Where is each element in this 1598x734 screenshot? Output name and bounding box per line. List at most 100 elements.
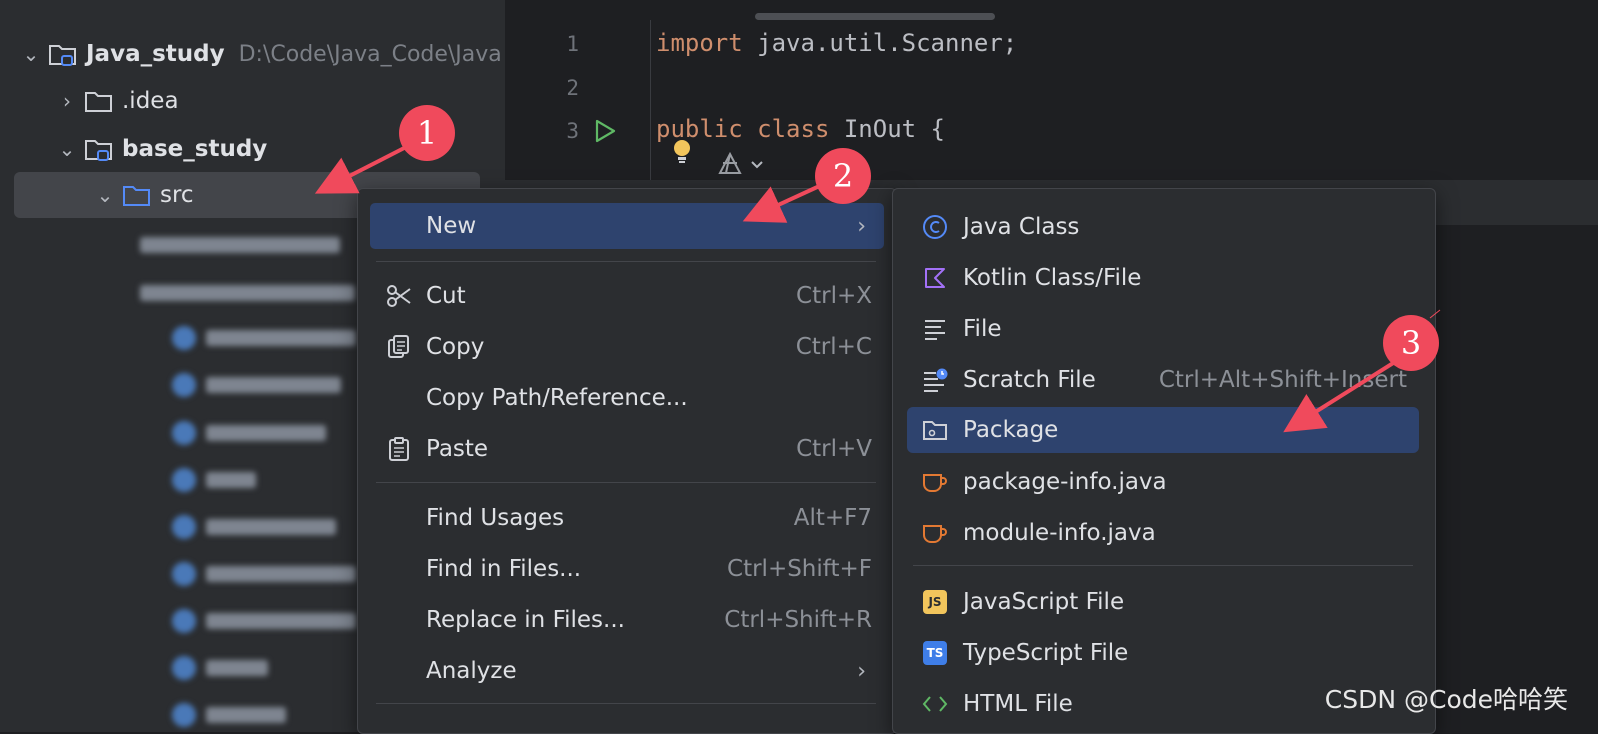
tree-row-base-study[interactable]: ⌄ base_study [54,127,268,171]
menu-separator [376,703,876,704]
chevron-right-icon[interactable]: › [54,89,80,113]
menu-item-find-usages[interactable]: Find Usages Alt+F7 [370,495,884,541]
callout-badge: 2 [815,148,871,204]
module-folder-icon [84,137,114,161]
horizontal-scrollbar[interactable] [755,13,995,20]
chevron-down-icon[interactable]: ⌄ [18,42,44,66]
menu-item-cut[interactable]: Cut Ctrl+X [370,273,884,319]
submenu-item-label: File [963,316,1002,342]
watermark: CSDN @Code哈哈笑 [1324,685,1568,714]
paste-icon [389,437,409,461]
tree-label-base-study: base_study [122,136,268,162]
typescript-icon: TS [921,639,949,667]
menu-item-copy[interactable]: Copy Ctrl+C [370,324,884,370]
package-icon [921,416,949,444]
chevron-down-icon[interactable]: ⌄ [92,183,118,207]
menu-item-replace-in-files[interactable]: Replace in Files... Ctrl+Shift+R [370,597,884,643]
chevron-right-icon: › [857,658,866,684]
callout-badge: 3 [1383,315,1439,371]
menu-separator [376,261,876,262]
kotlin-icon [921,264,949,292]
callout-badge: 1 [399,105,455,161]
project-path: D:\Code\Java_Code\Java [238,41,502,67]
code-line[interactable]: public class InOut { [656,115,945,143]
folder-icon [84,89,114,113]
blurred-tree-item [172,702,286,728]
code-line[interactable]: import java.util.Scanner; [656,29,1017,57]
submenu-item-package[interactable]: Package [907,407,1419,453]
submenu-item-module-info[interactable]: module-info.java [907,510,1419,556]
shortcut-label: Ctrl+C [795,334,872,360]
menu-item-new[interactable]: New › [370,203,884,249]
context-menu: New › Cut Ctrl+X Copy Ctrl+C Copy Path/R… [357,188,897,734]
shortcut-label: Ctrl+Shift+R [724,607,872,633]
tree-row-project[interactable]: ⌄ Java_study D:\Code\Java_Code\Java [18,32,502,76]
shortcut-label: Ctrl+X [796,283,872,309]
blurred-tree-item [172,608,356,634]
submenu-item-label: Scratch File [963,367,1096,393]
menu-item-label: Analyze [426,658,517,684]
java-file-icon [921,519,949,547]
line-number: 3 [566,119,579,143]
tree-label-idea: .idea [122,88,179,114]
menu-item-label: Copy Path/Reference... [426,385,688,411]
blurred-tree-item [172,420,326,446]
blurred-tree-item [172,561,356,587]
shortcut-label: Ctrl+Alt+Shift+Insert [1158,367,1407,393]
html-icon [921,690,949,718]
code-keyword: import [656,29,743,57]
tree-row-idea[interactable]: › .idea [54,79,179,123]
submenu-item-label: Kotlin Class/File [963,265,1142,291]
run-icon[interactable] [593,118,617,144]
text-file-icon [921,315,949,343]
submenu-item-label: TypeScript File [963,640,1129,666]
submenu-item-java-class[interactable]: Java Class [907,204,1419,250]
tree-label-src: src [160,182,194,208]
ai-assistant-icon[interactable] [718,151,770,181]
submenu-item-typescript-file[interactable]: TS TypeScript File [907,630,1419,676]
menu-item-label: Find in Files... [426,556,582,582]
shortcut-label: Alt+F7 [793,505,872,531]
submenu-item-kotlin-class[interactable]: Kotlin Class/File [907,255,1419,301]
menu-item-label: Paste [426,436,489,462]
source-folder-icon [122,183,152,207]
menu-item-label: Cut [426,283,466,309]
scratch-file-icon [921,366,949,394]
menu-item-copy-path[interactable]: Copy Path/Reference... [370,375,884,421]
shortcut-label: Ctrl+V [796,436,872,462]
menu-item-label: New [426,213,477,239]
blurred-tree-item [140,232,340,258]
code-text: InOut { [829,115,945,143]
project-name: Java_study [86,41,225,67]
module-folder-icon [48,42,78,66]
submenu-item-label: JavaScript File [963,589,1125,615]
menu-item-label: Copy [426,334,485,360]
new-submenu: Java Class Kotlin Class/File File Scratc… [892,188,1436,734]
menu-item-label: Find Usages [426,505,565,531]
blurred-tree-item [140,280,355,306]
line-number: 2 [566,76,579,100]
lightbulb-icon[interactable] [671,137,693,167]
scissors-icon [387,285,411,307]
submenu-item-scratch-file[interactable]: Scratch File Ctrl+Alt+Shift+Insert [907,357,1419,403]
blurred-tree-item [172,467,256,493]
blurred-tree-item [172,655,268,681]
menu-separator [913,565,1413,566]
shortcut-label: Ctrl+Shift+F [727,556,872,582]
blurred-tree-item [172,325,356,351]
menu-separator [376,482,876,483]
copy-icon [388,335,409,358]
submenu-item-file[interactable]: File [907,306,1419,352]
menu-item-analyze[interactable]: Analyze › [370,648,884,694]
menu-item-find-in-files[interactable]: Find in Files... Ctrl+Shift+F [370,546,884,592]
menu-item-paste[interactable]: Paste Ctrl+V [370,426,884,472]
menu-item-label: Replace in Files... [426,607,625,633]
java-class-icon [921,213,949,241]
submenu-item-javascript-file[interactable]: JS JavaScript File [907,579,1419,625]
submenu-item-label: Java Class [963,214,1080,240]
submenu-item-label: package-info.java [963,469,1167,495]
chevron-down-icon[interactable]: ⌄ [54,137,80,161]
blurred-tree-item [172,514,336,540]
chevron-right-icon: › [857,213,866,239]
submenu-item-package-info[interactable]: package-info.java [907,459,1419,505]
